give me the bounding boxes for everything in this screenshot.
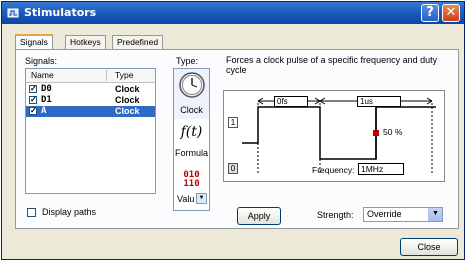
duty-cycle-value: 50 % <box>383 127 403 137</box>
tab-signals[interactable]: Signals <box>15 34 53 50</box>
type-clock[interactable]: Clock <box>174 69 209 119</box>
signal-checkbox[interactable]: ✓ <box>29 96 37 104</box>
signal-type: Clock <box>115 84 140 94</box>
column-separator[interactable] <box>106 70 107 81</box>
window-close-button[interactable]: ✕ <box>442 4 460 22</box>
signal-type: Clock <box>115 95 140 105</box>
high-level-box: 1 <box>228 117 238 128</box>
type-scroll-arrow[interactable]: ▼ <box>196 193 207 204</box>
binary-value-icon: 010 110 <box>174 171 209 189</box>
clock-description: Forces a clock pulse of a specific frequ… <box>226 55 438 75</box>
binary-value-line: 110 <box>183 179 200 189</box>
period-value-field[interactable]: 1us <box>357 96 401 107</box>
signal-checkbox[interactable]: ✓ <box>29 85 37 93</box>
strength-value: Override <box>367 209 402 219</box>
app-icon <box>7 8 19 18</box>
column-name-header[interactable]: Name <box>31 70 54 80</box>
window-title: Stimulators <box>24 6 97 19</box>
type-label: Type: <box>176 56 199 66</box>
type-panel[interactable]: Clock f(t) Formula 010 110 Valu ▼ <box>173 68 210 211</box>
signal-type: Clock <box>115 106 140 116</box>
clock-waveform-diagram: 0fs 1us 1 0 50 % Frequency: 1MHz <box>223 90 445 182</box>
clock-icon <box>179 72 205 98</box>
type-clock-label: Clock <box>180 105 203 115</box>
frequency-label: Frequency: <box>312 165 355 175</box>
signals-page: Signals: Name Type ✓ D0 Clock ✓ D1 Clock ✓ A Clo… <box>15 49 459 229</box>
tab-hotkeys[interactable]: Hotkeys <box>65 35 106 50</box>
help-button[interactable]: ? <box>421 4 439 22</box>
tab-predefined[interactable]: Predefined <box>112 35 164 50</box>
signal-row[interactable]: ✓ A Clock <box>26 106 155 117</box>
close-button[interactable]: Close <box>400 238 458 256</box>
type-value[interactable]: 010 110 Valu ▼ <box>174 167 209 211</box>
low-level-box: 0 <box>228 163 238 174</box>
signal-row[interactable]: ✓ D0 Clock <box>26 84 155 95</box>
strength-select[interactable]: Override ▼ <box>363 207 443 222</box>
chevron-down-icon[interactable]: ▼ <box>428 208 442 221</box>
duty-cycle-handle[interactable] <box>373 130 379 136</box>
display-paths-checkbox[interactable] <box>27 208 36 217</box>
type-value-label: Valu <box>177 194 195 204</box>
column-type-header[interactable]: Type <box>115 70 133 80</box>
title-bar[interactable]: Stimulators ? ✕ <box>2 2 464 24</box>
signals-list[interactable]: Name Type ✓ D0 Clock ✓ D1 Clock ✓ A Clock <box>25 68 156 194</box>
signal-name: D0 <box>41 84 52 94</box>
signal-name: D1 <box>41 95 52 105</box>
stimulators-window: Stimulators ? ✕ Signals Hotkeys Predefin… <box>1 1 465 260</box>
strength-label: Strength: <box>317 210 354 220</box>
signal-row[interactable]: ✓ D1 Clock <box>26 95 155 106</box>
frequency-field[interactable]: 1MHz <box>358 163 404 175</box>
formula-icon: f(t) <box>180 124 203 140</box>
list-header: Name Type <box>26 69 155 83</box>
type-formula-label: Formula <box>174 148 208 158</box>
offset-value-field[interactable]: 0fs <box>274 96 308 107</box>
apply-button[interactable]: Apply <box>237 207 281 225</box>
type-formula[interactable]: f(t) Formula <box>174 121 209 165</box>
display-paths-label: Display paths <box>42 207 97 217</box>
signal-name: A <box>41 106 47 116</box>
signals-label: Signals: <box>25 56 58 66</box>
signal-checkbox[interactable]: ✓ <box>29 107 37 115</box>
